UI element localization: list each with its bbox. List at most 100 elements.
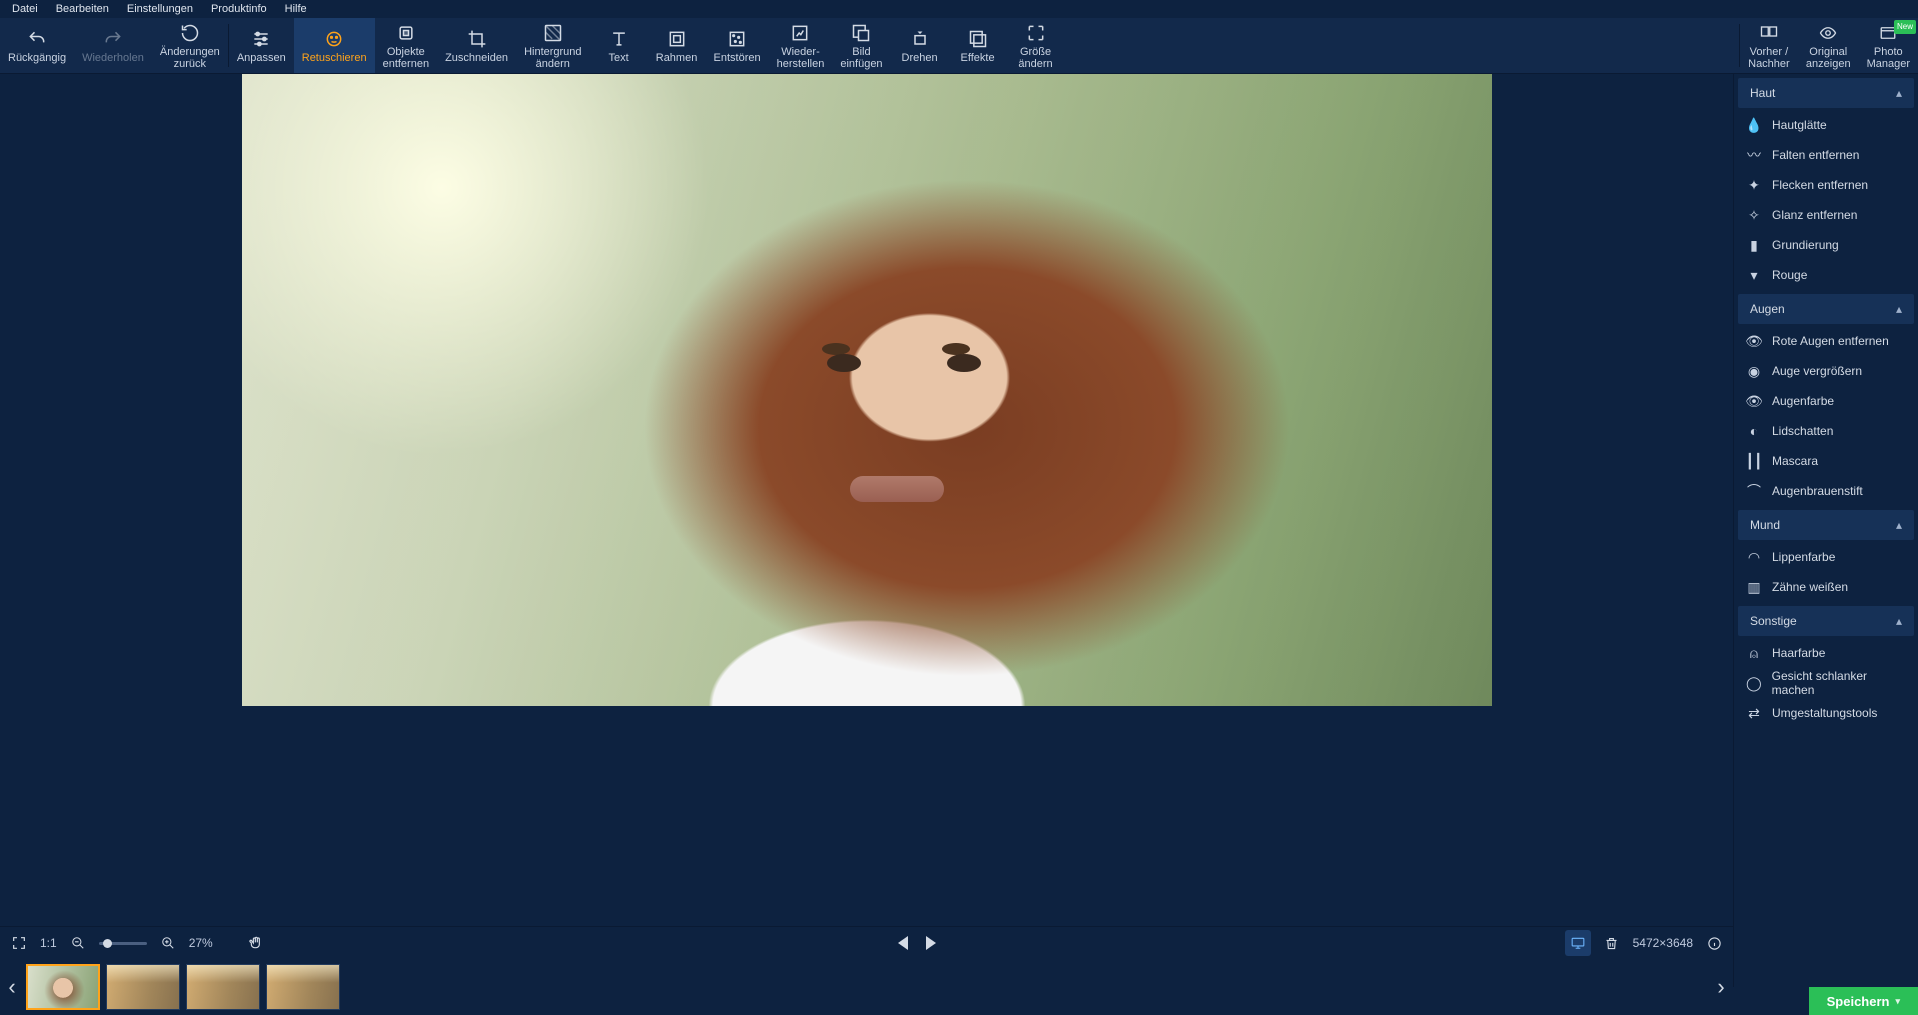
view-original-button[interactable]: Original anzeigen [1798, 18, 1859, 73]
tool-hair-color[interactable]: ⍝Haarfarbe [1734, 638, 1918, 668]
thumbnail[interactable] [266, 964, 340, 1010]
tool-slim-face[interactable]: ◯Gesicht schlanker machen [1734, 668, 1918, 698]
restore-button[interactable]: Wieder- herstellen [769, 18, 833, 73]
menu-settings[interactable]: Einstellungen [119, 1, 201, 17]
menu-help[interactable]: Hilfe [277, 1, 315, 17]
tool-foundation[interactable]: ▮Grundierung [1734, 230, 1918, 260]
sliders-icon [250, 28, 272, 50]
thumbnail[interactable] [106, 964, 180, 1010]
tool-label: Zähne weißen [1772, 580, 1848, 594]
tool-eye-color[interactable]: 👁Augenfarbe [1734, 386, 1918, 416]
zoom-out-button[interactable] [65, 930, 91, 956]
tool-label: Auge vergrößern [1772, 364, 1862, 378]
info-button[interactable] [1701, 930, 1727, 956]
face-retouch-icon [323, 28, 345, 50]
tool-label: Rote Augen entfernen [1772, 334, 1889, 348]
palette-icon: ◐ [1746, 423, 1762, 439]
fullscreen-button[interactable] [6, 930, 32, 956]
tool-wrinkle-remove[interactable]: 〰Falten entfernen [1734, 140, 1918, 170]
delete-button[interactable] [1599, 930, 1625, 956]
undo-icon [26, 28, 48, 50]
tool-brow-pencil[interactable]: ⌒Augenbrauenstift [1734, 476, 1918, 506]
tool-mascara[interactable]: ┃┃Mascara [1734, 446, 1918, 476]
photo-manager-button[interactable]: New Photo Manager [1859, 18, 1918, 73]
menu-edit[interactable]: Bearbeiten [48, 1, 117, 17]
mascara-icon: ┃┃ [1746, 453, 1762, 470]
thumbnail[interactable] [26, 964, 100, 1010]
rotate-button[interactable]: Drehen [891, 18, 949, 73]
next-image-button[interactable] [926, 936, 936, 950]
resize-label: Größe ändern [1018, 46, 1052, 70]
tool-reshape[interactable]: ⇄Umgestaltungstools [1734, 698, 1918, 728]
tool-blemish-remove[interactable]: ✦Flecken entfernen [1734, 170, 1918, 200]
filmstrip-next-button[interactable]: › [1713, 963, 1729, 1011]
tool-shine-remove[interactable]: ✧Glanz entfernen [1734, 200, 1918, 230]
text-button[interactable]: Text [590, 18, 648, 73]
revert-button[interactable]: Änderungen zurück [152, 18, 228, 73]
sparkle-icon: ✦ [1746, 177, 1762, 194]
background-change-button[interactable]: Hintergrund ändern [516, 18, 589, 73]
effects-icon [967, 28, 989, 50]
tool-teeth-whiten[interactable]: ▥Zähne weißen [1734, 572, 1918, 602]
waves-icon: 〰 [1746, 145, 1762, 165]
chevron-up-icon: ▴ [1896, 302, 1902, 316]
tool-label: Umgestaltungstools [1772, 706, 1877, 720]
background-change-label: Hintergrund ändern [524, 46, 581, 70]
hand-tool-button[interactable] [243, 930, 269, 956]
rotate-icon [909, 28, 931, 50]
effects-button[interactable]: Effekte [949, 18, 1007, 73]
resize-icon [1025, 22, 1047, 44]
savebar: Speichern [1733, 987, 1918, 1015]
menu-file[interactable]: Datei [4, 1, 46, 17]
prev-image-button[interactable] [898, 936, 908, 950]
tool-label: Augenbrauenstift [1772, 484, 1863, 498]
section-head-eyes[interactable]: Augen ▴ [1738, 294, 1914, 324]
tool-skin-smooth[interactable]: 💧Hautglätte [1734, 110, 1918, 140]
frame-icon [666, 28, 688, 50]
zoom-in-button[interactable] [155, 930, 181, 956]
save-button[interactable]: Speichern [1809, 987, 1918, 1015]
text-icon [608, 28, 630, 50]
section-title: Augen [1750, 302, 1785, 316]
section-head-mouth[interactable]: Mund ▴ [1738, 510, 1914, 540]
filmstrip-prev-button[interactable]: ‹ [4, 963, 20, 1011]
redo-label: Wiederholen [82, 52, 144, 64]
zoom-slider[interactable] [99, 942, 147, 945]
menubar: Datei Bearbeiten Einstellungen Produktin… [0, 0, 1918, 18]
section-title: Haut [1750, 86, 1775, 100]
resize-button[interactable]: Größe ändern [1007, 18, 1065, 73]
adjust-button[interactable]: Anpassen [229, 18, 294, 73]
section-head-other[interactable]: Sonstige ▴ [1738, 606, 1914, 636]
tool-blush[interactable]: ▾Rouge [1734, 260, 1918, 290]
bottle-icon: ▮ [1746, 237, 1762, 254]
retouch-button[interactable]: Retuschieren [294, 18, 375, 73]
tool-redeye[interactable]: 👁Rote Augen entfernen [1734, 326, 1918, 356]
tool-eye-enlarge[interactable]: ◉Auge vergrößern [1734, 356, 1918, 386]
crop-button[interactable]: Zuschneiden [437, 18, 516, 73]
remove-objects-button[interactable]: Objekte entfernen [375, 18, 437, 73]
denoise-button[interactable]: Entstören [706, 18, 769, 73]
tool-eyeshadow[interactable]: ◐Lidschatten [1734, 416, 1918, 446]
background-icon [542, 22, 564, 44]
toolbar: Rückgängig Wiederholen Änderungen zurück… [0, 18, 1918, 74]
tool-lip-color[interactable]: ◠Lippenfarbe [1734, 542, 1918, 572]
fit-ratio-label[interactable]: 1:1 [40, 936, 57, 950]
tool-label: Haarfarbe [1772, 646, 1825, 660]
desktop-wallpaper-button[interactable] [1565, 930, 1591, 956]
before-after-button[interactable]: Vorher / Nachher [1740, 18, 1798, 73]
denoise-label: Entstören [714, 52, 761, 64]
frame-button[interactable]: Rahmen [648, 18, 706, 73]
section-head-skin[interactable]: Haut ▴ [1738, 78, 1914, 108]
image-nav [898, 936, 936, 950]
adjust-label: Anpassen [237, 52, 286, 64]
thumbnail[interactable] [186, 964, 260, 1010]
insert-image-label: Bild einfügen [840, 46, 882, 70]
redo-button[interactable]: Wiederholen [74, 18, 152, 73]
undo-button[interactable]: Rückgängig [0, 18, 74, 73]
statusbar: 1:1 27% 5472×3648 [0, 926, 1733, 959]
canvas[interactable] [0, 74, 1733, 926]
zoom-percent-label: 27% [189, 936, 213, 950]
insert-image-button[interactable]: Bild einfügen [832, 18, 890, 73]
dimensions-label: 5472×3648 [1633, 936, 1693, 950]
menu-about[interactable]: Produktinfo [203, 1, 275, 17]
